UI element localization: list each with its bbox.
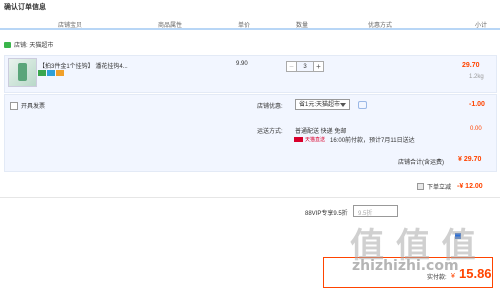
header-price: 单价 xyxy=(238,23,251,29)
shipping-fee: 0.00 xyxy=(470,126,482,132)
instant-discount-checkbox[interactable] xyxy=(417,183,424,190)
badge-guarantee-icon xyxy=(47,70,55,76)
instant-discount[interactable]: 下单立减 -¥ 12.00 xyxy=(417,182,483,191)
vip-discount-value: 9.5折 xyxy=(358,211,373,217)
badge-seven-day-icon xyxy=(38,70,46,76)
invoice-checkbox[interactable]: 开具发票 xyxy=(10,101,46,111)
item-subtotal: 29.70 xyxy=(462,62,480,69)
header-quantity: 数量 xyxy=(296,23,309,29)
header-shop: 店铺宝贝 xyxy=(58,23,83,29)
product-badges xyxy=(38,70,65,78)
increase-button[interactable]: + xyxy=(313,61,324,72)
shop-discount-select[interactable]: 省1元:天猫超市 xyxy=(295,99,350,110)
shop-total-value: ¥ 29.70 xyxy=(458,156,482,163)
header-promo: 优惠方式 xyxy=(368,23,393,29)
invoice-label: 开具发票 xyxy=(21,104,46,110)
final-payment-value: 15.86 xyxy=(459,266,492,281)
header-attributes: 商品属性 xyxy=(158,23,183,29)
shop-discount-value: 省1元:天猫超市 xyxy=(299,102,341,108)
shipping-label: 运送方式: xyxy=(257,129,283,135)
vip-discount-select[interactable]: 9.5折 xyxy=(353,205,398,217)
shipping-method: 普通配送 快递 免邮 xyxy=(295,129,347,135)
shop-discount-label: 店铺优惠: xyxy=(257,104,283,110)
unit-price: 9.90 xyxy=(236,61,248,67)
delivery-info: 天猫直送 16:00前付款，预计7月11日送达 xyxy=(294,135,415,144)
table-header: 店铺宝贝 商品属性 单价 数量 优惠方式 小计 xyxy=(0,18,500,30)
shop-total-label: 店铺合计(含运费) xyxy=(398,160,444,166)
invoice-checkbox-box[interactable] xyxy=(10,102,18,111)
final-currency: ¥ xyxy=(451,273,455,280)
decrease-button[interactable]: − xyxy=(286,61,297,72)
shop-icon xyxy=(4,42,11,49)
chat-icon[interactable] xyxy=(358,101,367,109)
shop-discount-amount: -1.00 xyxy=(469,101,485,108)
quantity-input[interactable]: 3 xyxy=(297,61,313,72)
delivery-estimate: 16:00前付款，预计7月11日送达 xyxy=(330,138,415,144)
tmall-logo-icon xyxy=(294,137,303,142)
product-thumbnail[interactable] xyxy=(8,58,37,87)
item-weight: 1.2kg xyxy=(469,74,484,80)
instant-discount-value: -¥ 12.00 xyxy=(457,183,483,190)
header-subtotal: 小计 xyxy=(475,23,488,29)
shop-name[interactable]: 店铺: 天猫超市 xyxy=(4,40,53,49)
page-title: 确认订单信息 xyxy=(4,4,46,11)
instant-discount-label: 下单立减 xyxy=(427,185,452,191)
divider xyxy=(0,197,500,198)
vip-discount-label: 88VIP专享9.5折 xyxy=(305,211,348,217)
product-name[interactable]: 【拍3件金1个挂钩】 潘花挂钩4... xyxy=(39,61,159,70)
badge-invoice-icon xyxy=(56,70,64,76)
tmall-direct-label: 天猫直送 xyxy=(305,137,326,143)
watermark-domain: zhizhizhi.com xyxy=(352,258,459,274)
quantity-stepper[interactable]: − 3 + xyxy=(286,61,324,72)
shop-name-text: 店铺: 天猫超市 xyxy=(14,43,54,49)
chevron-down-icon xyxy=(340,103,346,107)
